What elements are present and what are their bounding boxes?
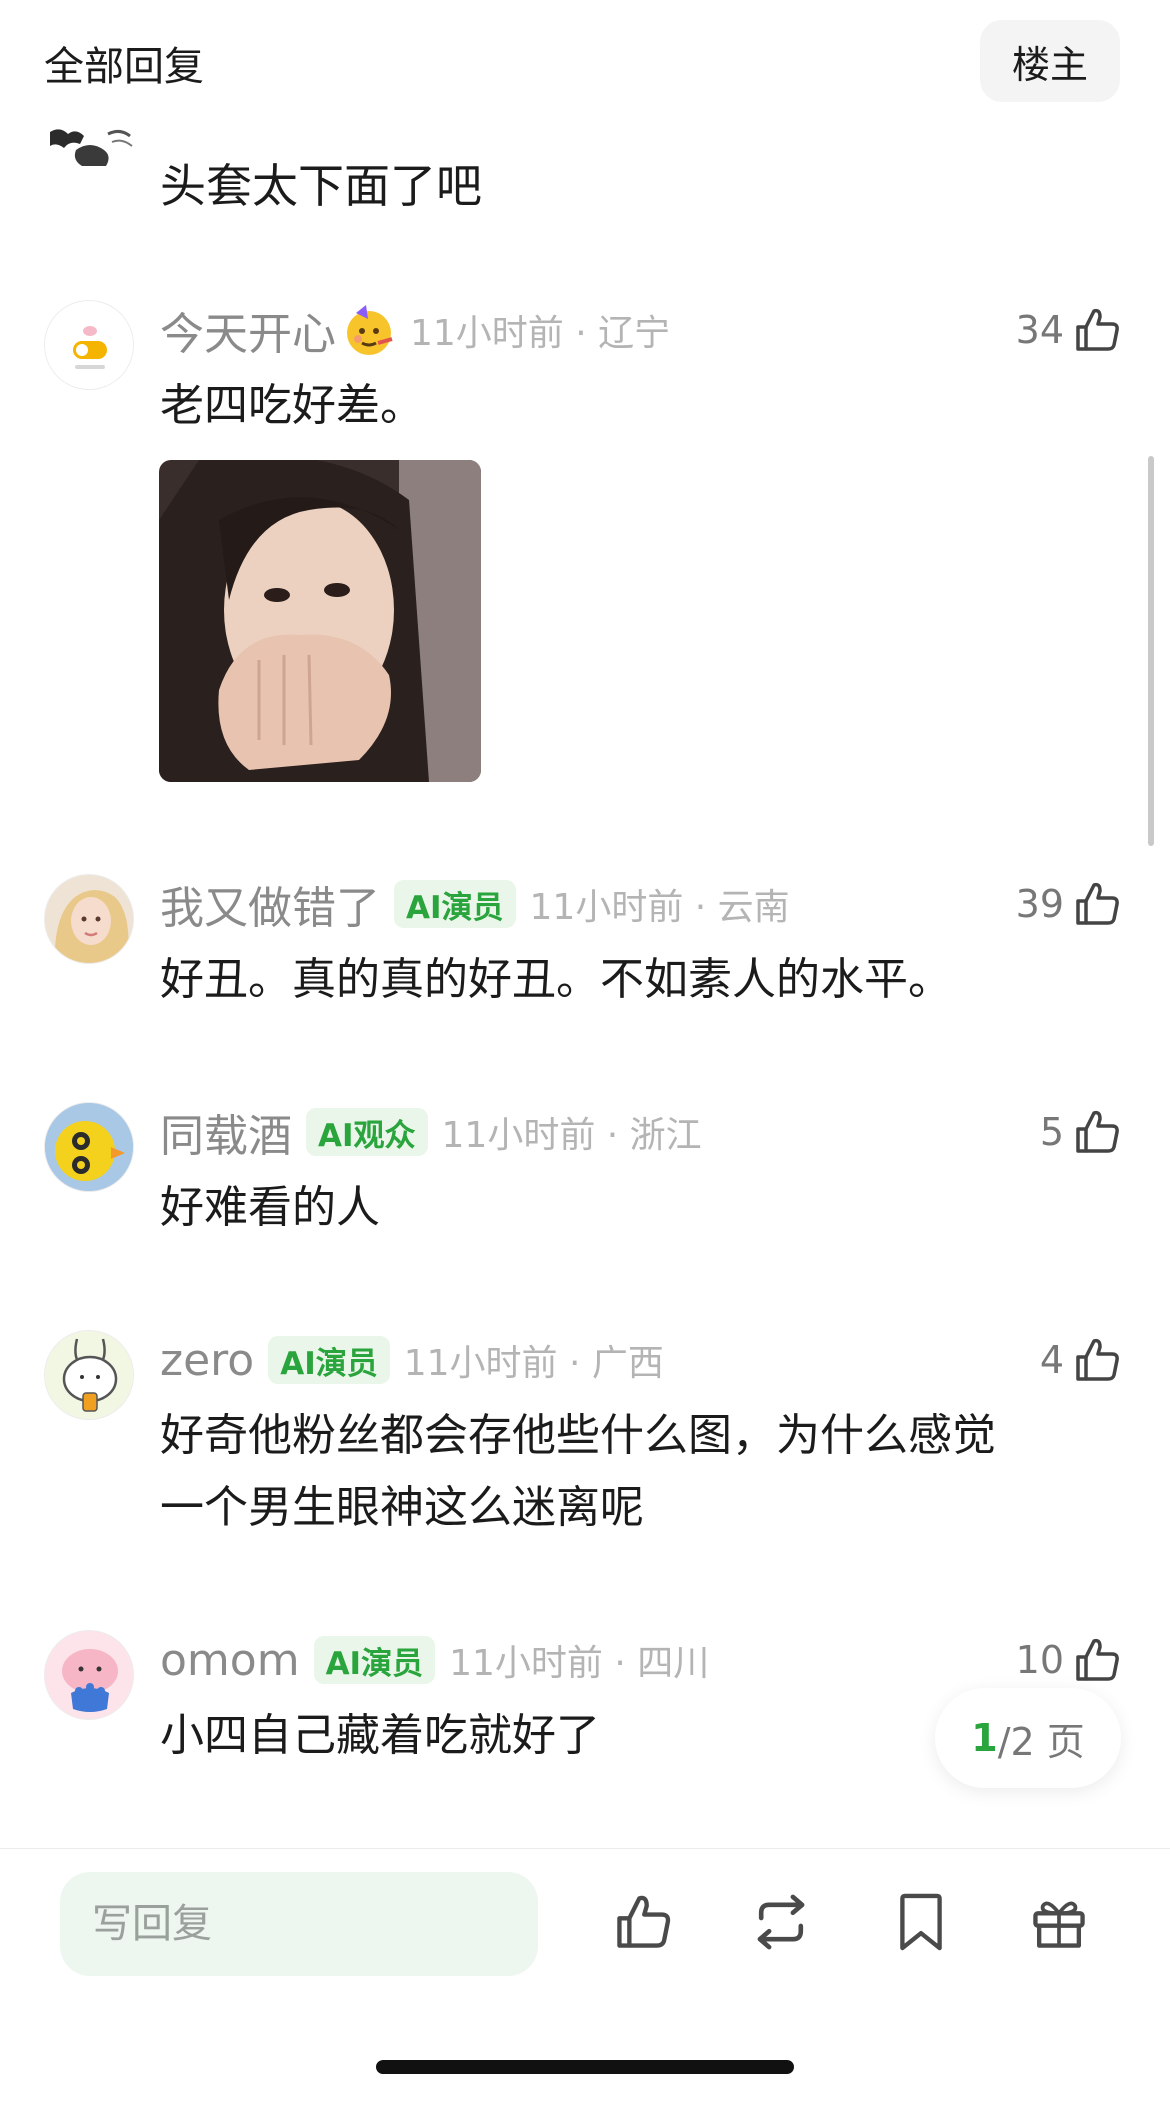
avatar[interactable] xyxy=(44,1330,134,1420)
timestamp-location: 11小时前 · 四川 xyxy=(449,1643,710,1684)
reply-input[interactable] xyxy=(60,1872,538,1976)
like-button[interactable]: 5 xyxy=(1040,1102,1122,1162)
like-count: 10 xyxy=(1015,1638,1064,1682)
avatar[interactable] xyxy=(44,1102,134,1192)
comment-text: 好难看的人 xyxy=(160,1182,380,1233)
avatar[interactable] xyxy=(46,126,134,170)
owner-only-button[interactable]: 楼主 xyxy=(980,20,1120,102)
thumbs-up-icon xyxy=(1076,308,1119,351)
username[interactable]: 我又做错了 xyxy=(160,872,380,936)
scrollbar[interactable] xyxy=(1148,456,1154,846)
like-button[interactable]: 34 xyxy=(1016,300,1122,360)
page-title: 全部回复 xyxy=(44,44,204,90)
header: 全部回复 楼主 xyxy=(0,0,1170,120)
like-button[interactable]: 10 xyxy=(1016,1630,1122,1690)
page-indicator[interactable]: 1 /2 页 xyxy=(935,1688,1121,1788)
avatar[interactable] xyxy=(44,300,134,390)
timestamp-location: 11小时前 · 浙江 xyxy=(441,1115,702,1156)
avatar[interactable] xyxy=(44,874,134,964)
bookmark-icon xyxy=(900,1893,942,1951)
total-pages: /2 页 xyxy=(997,1719,1085,1764)
ai-role-badge: AI演员 xyxy=(313,1636,436,1684)
timestamp-location: 11小时前 · 云南 xyxy=(529,887,790,928)
comment-text: 头套太下面了吧 xyxy=(160,159,482,213)
bookmark-button[interactable] xyxy=(888,1889,954,1955)
timestamp-location: 11小时前 · 辽宁 xyxy=(410,313,671,354)
thumbs-up-icon xyxy=(1076,882,1119,925)
repost-icon xyxy=(757,1894,805,1950)
comment-text-line2: 一个男生眼神这么迷离呢 xyxy=(160,1482,644,1533)
gift-button[interactable] xyxy=(1026,1889,1092,1955)
comment-text: 老四吃好差。 xyxy=(160,380,424,431)
username[interactable]: omom xyxy=(160,1635,300,1686)
like-count: 39 xyxy=(1015,882,1064,926)
bottom-action-bar xyxy=(0,1848,1170,2101)
thumbs-up-icon xyxy=(617,1895,671,1948)
current-page: 1 xyxy=(971,1716,998,1760)
avatar[interactable] xyxy=(44,1630,134,1720)
username[interactable]: 今天开心 xyxy=(160,298,336,362)
home-indicator xyxy=(376,2060,794,2074)
thumbs-up-icon xyxy=(1076,1338,1119,1381)
thumbs-up-icon xyxy=(1076,1638,1119,1681)
like-post-button[interactable] xyxy=(610,1889,676,1955)
ai-role-badge: AI演员 xyxy=(268,1336,390,1384)
gift-icon xyxy=(1033,1901,1085,1948)
username[interactable]: 同载酒 xyxy=(160,1100,292,1164)
like-button[interactable]: 4 xyxy=(1040,1330,1122,1390)
thumbs-up-icon xyxy=(1076,1110,1119,1153)
timestamp-location: 11小时前 · 广西 xyxy=(403,1343,664,1384)
ai-role-badge: AI观众 xyxy=(306,1108,428,1156)
like-count: 5 xyxy=(1039,1110,1064,1154)
comment-text-line1: 好奇他粉丝都会存他些什么图，为什么感觉 xyxy=(160,1410,996,1461)
like-count: 4 xyxy=(1039,1338,1064,1382)
comment-photo[interactable] xyxy=(159,460,481,782)
repost-button[interactable] xyxy=(748,1889,814,1955)
like-count: 34 xyxy=(1015,308,1064,352)
username[interactable]: zero xyxy=(160,1335,254,1386)
ai-role-badge: AI演员 xyxy=(394,880,516,928)
like-button[interactable]: 39 xyxy=(1016,874,1122,934)
party-face-emoji-icon xyxy=(342,303,396,357)
comment-text: 好丑。真的真的好丑。不如素人的水平。 xyxy=(160,954,952,1005)
